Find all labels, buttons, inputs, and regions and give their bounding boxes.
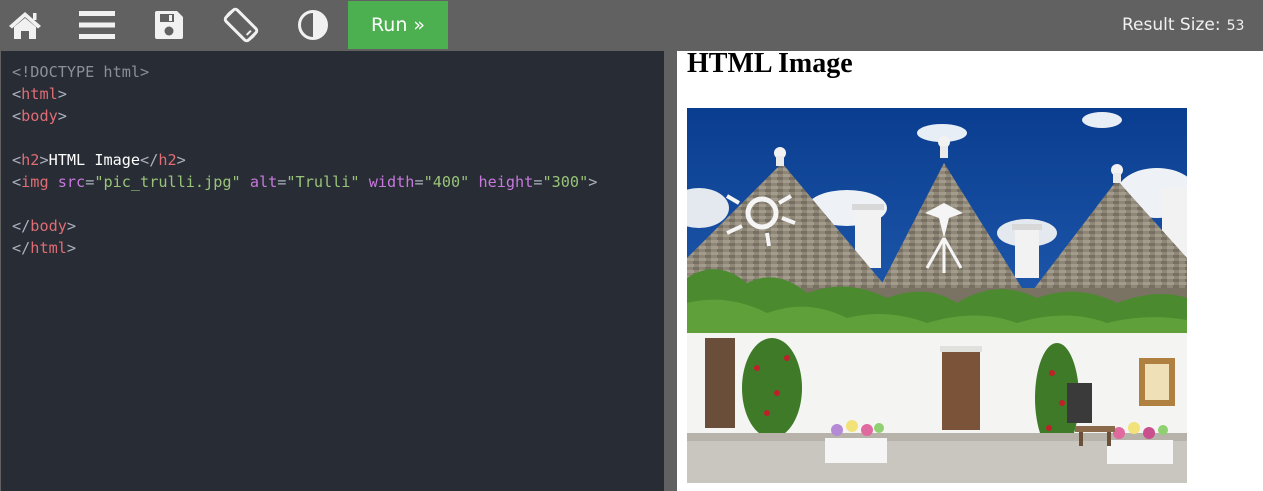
eq-token: = <box>414 173 424 191</box>
eq-token: = <box>85 173 95 191</box>
tag-token: img <box>21 173 49 191</box>
code-line-6: <img src="pic_trulli.jpg" alt="Trulli" w… <box>12 171 597 193</box>
bracket-token: > <box>176 151 186 169</box>
rotate-icon <box>223 7 259 43</box>
toolbar: Run » Result Size: 53 <box>0 0 1263 50</box>
menu-button[interactable] <box>72 0 122 50</box>
code-lines: <!DOCTYPE html> <html> <body> <h2>HTML I… <box>12 61 597 259</box>
save-button[interactable] <box>144 0 194 50</box>
result-heading: HTML Image <box>687 51 853 79</box>
text-token: HTML Image <box>48 151 141 169</box>
value-token: "400" <box>423 173 470 191</box>
save-icon <box>155 11 183 39</box>
bracket-token: > <box>39 151 49 169</box>
home-icon <box>9 12 41 39</box>
tag-token: html <box>30 239 67 257</box>
bracket-token: </ <box>140 151 159 169</box>
bracket-token: < <box>12 173 22 191</box>
contrast-icon <box>298 10 328 40</box>
home-button[interactable] <box>0 0 50 50</box>
trulli-image <box>687 108 1187 483</box>
result-size: Result Size: 53 <box>1122 15 1244 35</box>
bracket-token: < <box>12 107 22 125</box>
bracket-token: </ <box>12 217 31 235</box>
tag-token: body <box>21 107 58 125</box>
code-line-5: <h2>HTML Image</h2> <box>12 149 597 171</box>
doctype-token: <!DOCTYPE html> <box>12 63 150 81</box>
attr-token: src <box>57 173 86 191</box>
menu-icon <box>79 11 115 39</box>
attr-token: width <box>368 173 415 191</box>
result-size-label: Result Size: <box>1122 15 1221 35</box>
code-line-3: <body> <box>12 105 597 127</box>
tag-token: h2 <box>21 151 40 169</box>
bracket-token: > <box>57 107 67 125</box>
bracket-token: > <box>57 85 67 103</box>
code-line-1: <!DOCTYPE html> <box>12 61 597 83</box>
bracket-token: > <box>588 173 598 191</box>
value-token: "pic_trulli.jpg" <box>94 173 241 191</box>
code-editor[interactable]: <!DOCTYPE html> <html> <body> <h2>HTML I… <box>1 51 664 491</box>
bracket-token: > <box>66 217 77 235</box>
theme-toggle-button[interactable] <box>288 0 338 50</box>
bracket-token: < <box>12 85 22 103</box>
tag-token: html <box>21 85 58 103</box>
attr-token: alt <box>249 173 278 191</box>
rotate-button[interactable] <box>216 0 266 50</box>
bracket-token: </ <box>12 239 31 257</box>
result-size-value: 53 <box>1226 18 1245 34</box>
code-line-2: <html> <box>12 83 597 105</box>
bracket-token: > <box>66 239 77 257</box>
tag-token: h2 <box>158 151 177 169</box>
pane-divider[interactable] <box>664 51 677 491</box>
code-line-9: </html> <box>12 237 597 259</box>
tag-token: body <box>30 217 67 235</box>
run-button[interactable]: Run » <box>348 1 448 49</box>
code-line-8: </body> <box>12 215 597 237</box>
value-token: "300" <box>542 173 589 191</box>
bracket-token: < <box>12 151 22 169</box>
value-token: "Trulli" <box>286 173 360 191</box>
eq-token: = <box>533 173 543 191</box>
attr-token: height <box>478 173 534 191</box>
result-pane: HTML Image <box>677 51 1263 491</box>
